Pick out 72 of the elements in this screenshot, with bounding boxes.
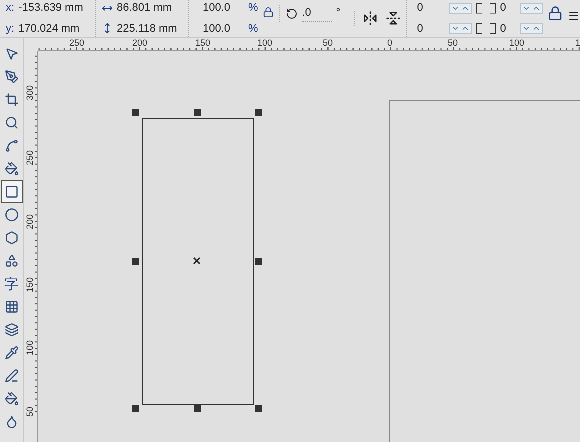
lock-icon[interactable] bbox=[548, 6, 564, 21]
text-tool-glyph: 字 bbox=[4, 276, 18, 290]
scale-field[interactable]: 100.0 bbox=[203, 0, 231, 16]
selection-handle[interactable] bbox=[255, 405, 262, 412]
ruler-label: 200 bbox=[132, 38, 148, 48]
height-icon bbox=[102, 23, 113, 34]
rotate-icon bbox=[286, 8, 298, 20]
search-icon bbox=[4, 116, 18, 130]
ruler-label: 50 bbox=[323, 38, 333, 48]
spinner[interactable] bbox=[449, 23, 472, 34]
mirror-vertical-icon[interactable] bbox=[386, 11, 402, 26]
hexagon-icon bbox=[4, 230, 18, 244]
corner-bracket-icon bbox=[476, 2, 496, 14]
selection-handle[interactable] bbox=[132, 405, 139, 412]
crop-icon bbox=[4, 92, 18, 106]
ruler-label: 150 bbox=[195, 38, 211, 48]
selection-handle[interactable] bbox=[194, 109, 201, 116]
corner-field[interactable]: 0 bbox=[417, 20, 446, 37]
eyedropper-icon bbox=[4, 346, 18, 360]
y-field[interactable]: 170.024 mm bbox=[18, 20, 80, 37]
paint-bucket-icon bbox=[4, 392, 18, 406]
ruler-label: 100 bbox=[257, 38, 273, 48]
x-label: x: bbox=[6, 1, 15, 16]
menu-icon[interactable] bbox=[568, 10, 580, 22]
tool-button[interactable]: 字 bbox=[0, 272, 22, 295]
scale-field[interactable]: 100.0 bbox=[203, 20, 231, 37]
pointer-icon bbox=[4, 46, 18, 60]
corner-field[interactable]: 0 bbox=[500, 0, 516, 16]
percent-label: % bbox=[248, 22, 258, 36]
width-field[interactable]: 86.801 mm bbox=[117, 0, 172, 16]
spinner[interactable] bbox=[449, 2, 472, 14]
ruler-label: 300 bbox=[25, 85, 35, 101]
ruler-label: 150 bbox=[25, 277, 35, 293]
selection-handle[interactable] bbox=[132, 109, 139, 116]
percent-label: % bbox=[248, 1, 258, 16]
height-field[interactable]: 225.118 mm bbox=[117, 20, 178, 37]
corner-field[interactable]: 0 bbox=[500, 20, 516, 37]
layers-icon bbox=[4, 322, 18, 336]
paint-bucket-icon bbox=[4, 162, 18, 176]
selection-handle[interactable] bbox=[255, 258, 262, 265]
degree-label: ° bbox=[336, 6, 341, 22]
spinner[interactable] bbox=[520, 2, 544, 14]
rectangle-shape[interactable] bbox=[142, 118, 254, 405]
ruler-label: 0 bbox=[388, 38, 392, 48]
selection-handle[interactable] bbox=[194, 405, 201, 412]
ruler-label: 250 bbox=[69, 38, 85, 48]
ruler-label: 50 bbox=[25, 407, 35, 417]
x-field[interactable]: -153.639 mm bbox=[18, 0, 84, 16]
grid-icon bbox=[4, 300, 18, 314]
circle-icon bbox=[4, 208, 18, 222]
selection-handle[interactable] bbox=[132, 258, 139, 265]
pen-icon bbox=[4, 70, 18, 84]
y-label: y: bbox=[6, 22, 15, 36]
ruler-label: 100 bbox=[509, 38, 525, 48]
droplet-icon bbox=[4, 414, 18, 428]
center-mark-icon bbox=[193, 257, 201, 265]
ruler-label: 200 bbox=[25, 214, 35, 230]
shapes-icon bbox=[4, 254, 18, 268]
mirror-horizontal-icon[interactable] bbox=[363, 11, 378, 26]
tool-button[interactable] bbox=[0, 180, 22, 203]
ruler-label: 50 bbox=[448, 38, 458, 48]
curve-icon bbox=[4, 138, 18, 152]
corner-bracket-icon bbox=[476, 23, 496, 34]
spinner[interactable] bbox=[520, 23, 544, 34]
corner-field[interactable]: 0 bbox=[417, 0, 446, 16]
ruler-label: 100 bbox=[25, 340, 35, 356]
rotation-field[interactable]: .0 bbox=[302, 4, 332, 22]
square-icon bbox=[4, 184, 18, 198]
ruler-label: 250 bbox=[25, 150, 35, 166]
ruler-label: 1 bbox=[576, 38, 580, 48]
lock-icon[interactable] bbox=[263, 7, 274, 18]
selection-handle[interactable] bbox=[255, 109, 262, 116]
